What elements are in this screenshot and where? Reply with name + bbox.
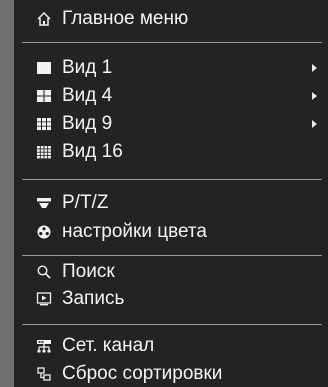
submenu-arrow-icon bbox=[312, 92, 317, 100]
menu-item-label: Вид 9 bbox=[62, 113, 113, 134]
menu-item-label: P/T/Z bbox=[62, 192, 109, 213]
color-settings-icon bbox=[36, 224, 52, 240]
network-channel-icon bbox=[36, 338, 52, 354]
menu-item-record[interactable]: Запись bbox=[14, 286, 328, 312]
menu-separator bbox=[22, 42, 322, 43]
ptz-camera-icon bbox=[36, 195, 52, 211]
menu-item-label: Вид 1 bbox=[62, 57, 113, 78]
menu-item-label: Сет. канал bbox=[62, 335, 155, 356]
home-icon bbox=[36, 11, 52, 27]
menu-item-network-channel[interactable]: Сет. канал bbox=[14, 333, 328, 359]
menu-item-label: Вид 4 bbox=[62, 85, 113, 106]
menu-item-view-9[interactable]: Вид 9 bbox=[14, 111, 328, 137]
submenu-arrow-icon bbox=[312, 64, 317, 72]
sixteen-view-icon bbox=[36, 144, 52, 160]
search-icon bbox=[36, 264, 52, 280]
nine-view-icon bbox=[36, 116, 52, 132]
menu-item-reset-sort[interactable]: Сброс сортировки bbox=[14, 361, 328, 387]
menu-item-label: Поиск bbox=[62, 261, 115, 282]
single-view-icon bbox=[36, 60, 52, 76]
menu-separator bbox=[22, 324, 322, 325]
menu-item-ptz[interactable]: P/T/Z bbox=[14, 190, 328, 216]
menu-item-label: настройки цвета bbox=[62, 221, 207, 242]
menu-item-label: Главное меню bbox=[62, 8, 189, 29]
menu-item-color-settings[interactable]: настройки цвета bbox=[14, 219, 328, 245]
menu-item-label: Вид 16 bbox=[62, 141, 123, 162]
menu-separator bbox=[22, 255, 322, 256]
menu-item-view-16[interactable]: Вид 16 bbox=[14, 139, 328, 165]
record-icon bbox=[36, 291, 52, 307]
menu-item-search[interactable]: Поиск bbox=[14, 259, 328, 285]
quad-view-icon bbox=[36, 88, 52, 104]
reset-sort-icon bbox=[36, 366, 52, 382]
menu-item-label: Запись bbox=[62, 288, 125, 309]
menu-item-label: Сброс сортировки bbox=[62, 363, 223, 384]
menu-item-view-4[interactable]: Вид 4 bbox=[14, 83, 328, 109]
menu-separator bbox=[22, 179, 322, 180]
submenu-arrow-icon bbox=[312, 120, 317, 128]
menu-item-main-menu[interactable]: Главное меню bbox=[14, 6, 328, 32]
context-menu: Главное меню Вид 1 Вид 4 Вид 9 Вид 16 P/… bbox=[14, 0, 328, 387]
menu-item-view-1[interactable]: Вид 1 bbox=[14, 55, 328, 81]
